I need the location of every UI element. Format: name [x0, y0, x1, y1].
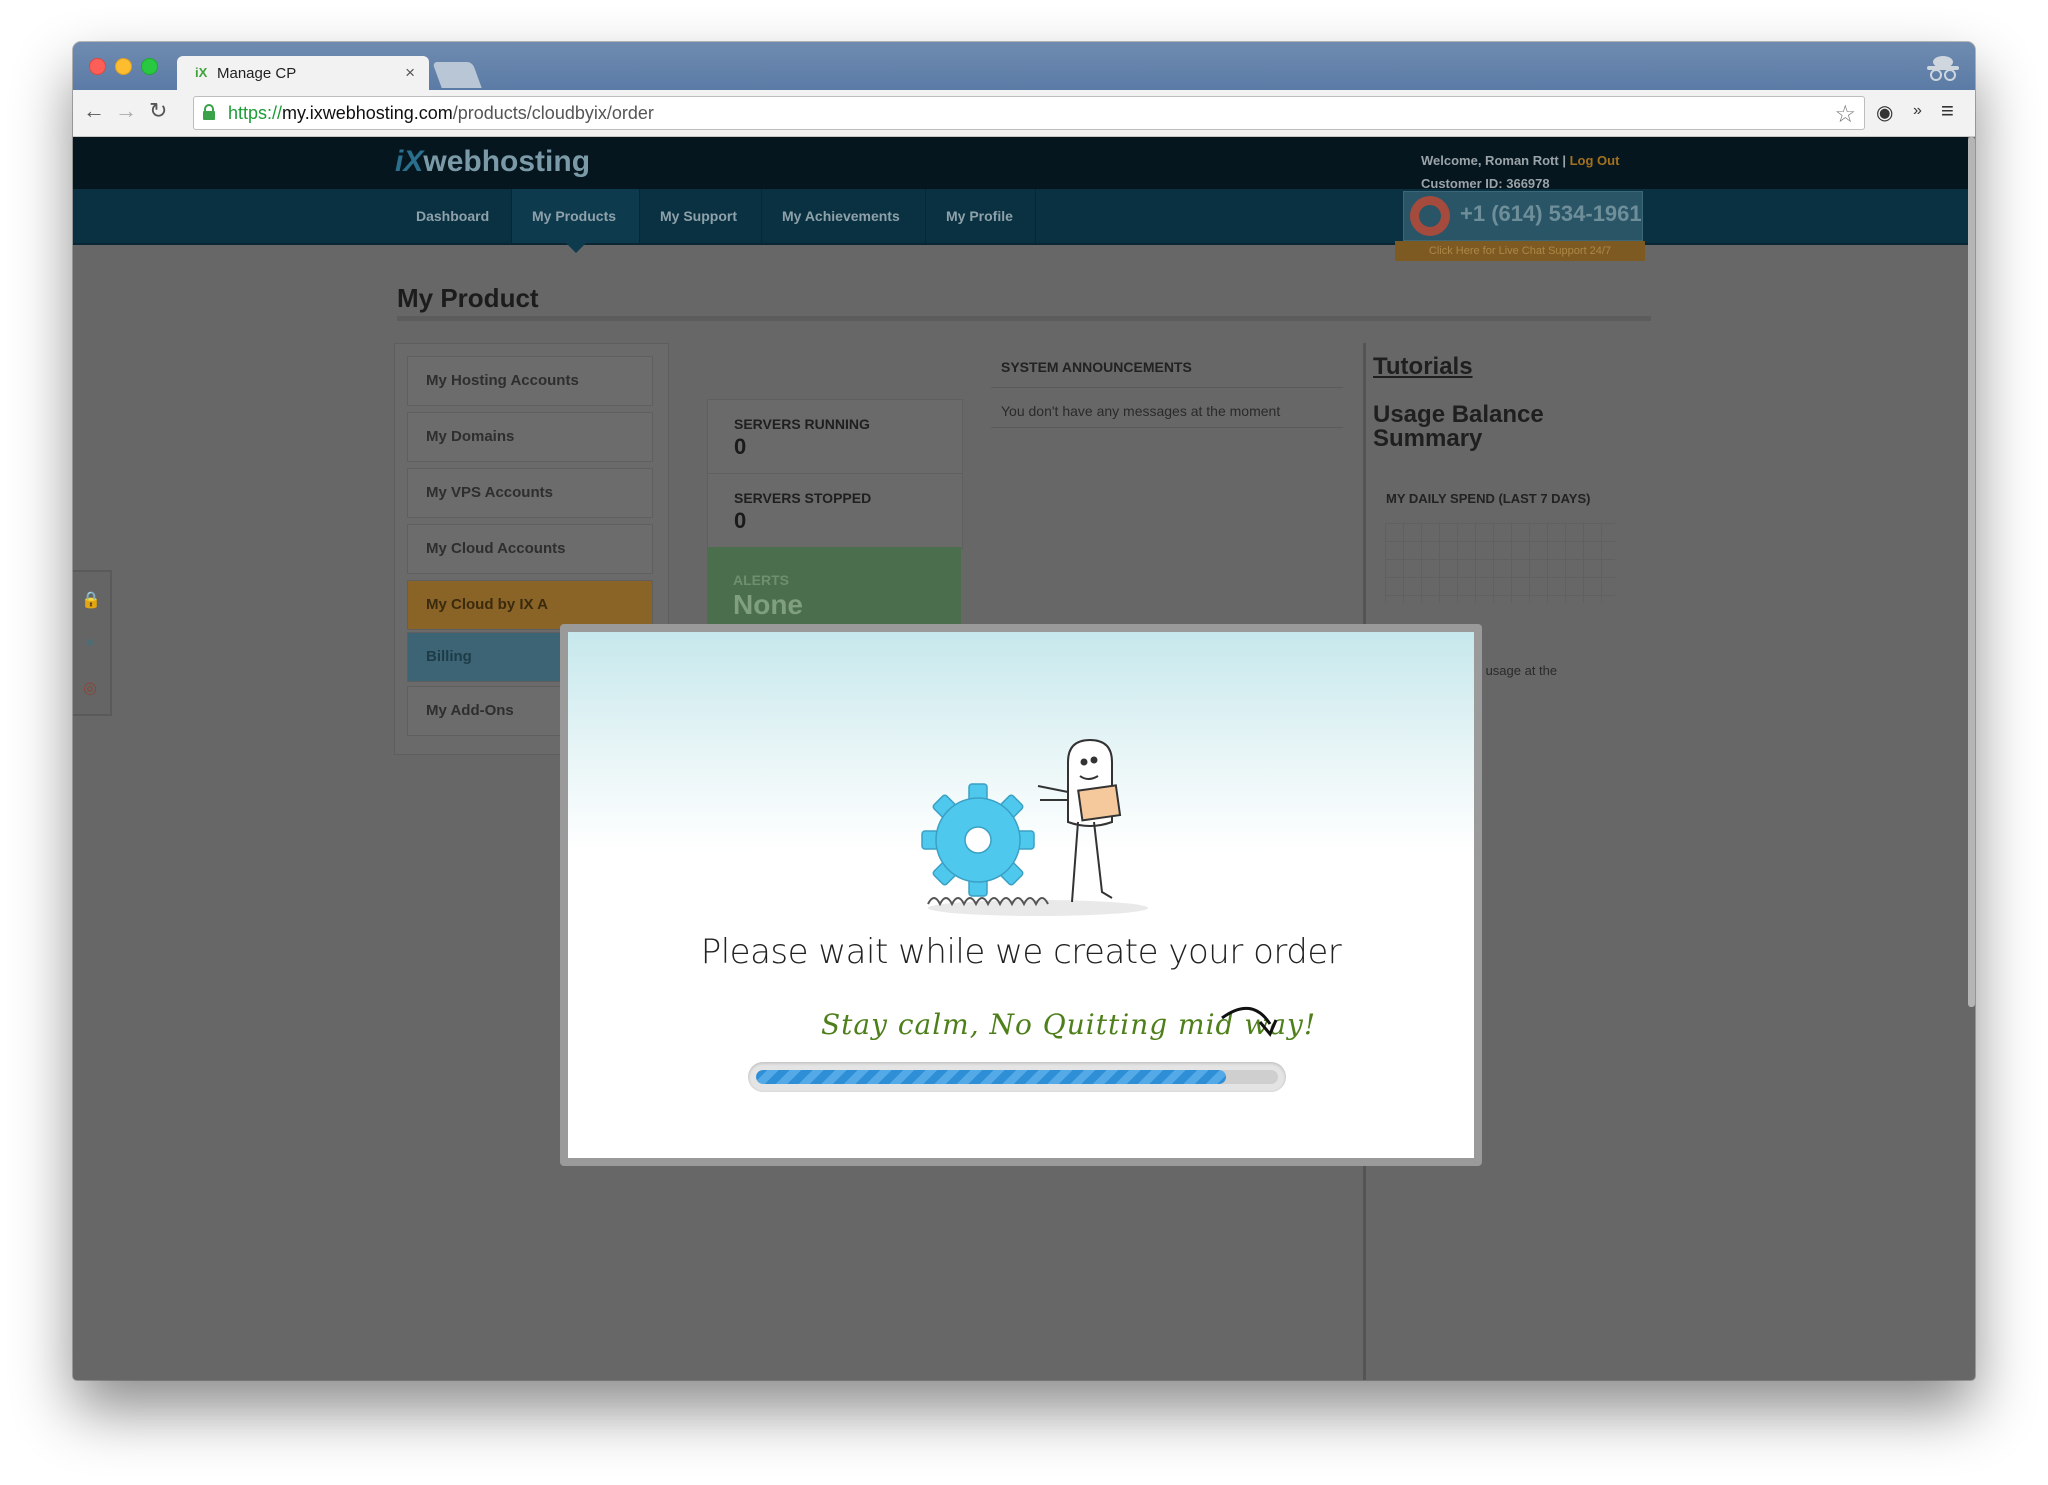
extension-mask-icon[interactable]: ◉	[1876, 100, 1893, 125]
zoom-window-button[interactable]	[141, 58, 158, 75]
progress-message: Please wait while we create your order	[700, 932, 1342, 972]
browser-tab[interactable]: iX Manage CP ×	[177, 56, 429, 90]
sidebar-item-vps[interactable]: My VPS Accounts	[407, 468, 653, 518]
incognito-icon	[1927, 56, 1959, 81]
stat-value: 0	[734, 508, 747, 533]
nav-my-support[interactable]: My Support	[640, 189, 762, 243]
page-scrollbar[interactable]	[1968, 137, 1975, 1007]
tutorials-link[interactable]: Tutorials	[1373, 353, 1473, 381]
alerts-label: ALERTS	[733, 572, 789, 588]
url-scheme: https://	[228, 103, 283, 123]
bookmark-star-icon[interactable]: ☆	[1834, 100, 1856, 129]
gear-icon	[921, 783, 1035, 897]
phone-number: +1 (614) 534-1961	[1460, 201, 1642, 226]
site-header: iXwebhosting Welcome, Roman Rott | Log O…	[73, 137, 1968, 191]
nav-dashboard[interactable]: Dashboard	[396, 189, 512, 243]
daily-spend-grid	[1385, 523, 1615, 603]
servers-stopped-card: SERVERS STOPPED 0	[707, 473, 963, 549]
menu-icon[interactable]: ≡	[1941, 98, 1954, 124]
lock-icon[interactable]: 🔒	[81, 590, 101, 609]
forward-arrow-icon[interactable]: →	[115, 98, 137, 124]
lightbulb-icon[interactable]: ●	[81, 634, 99, 652]
nav-my-achievements[interactable]: My Achievements	[762, 189, 926, 243]
url-text: https://my.ixwebhosting.com/products/clo…	[228, 103, 654, 124]
announcements-title: SYSTEM ANNOUNCEMENTS	[1001, 359, 1192, 375]
lock-icon	[203, 104, 215, 120]
servers-running-card: SERVERS RUNNING 0	[707, 399, 963, 475]
url-host: my.ixwebhosting.com	[282, 103, 453, 123]
daily-spend-label: MY DAILY SPEND (LAST 7 DAYS)	[1386, 491, 1591, 506]
modal-body: Please wait while we create your order S…	[568, 632, 1474, 1158]
address-bar[interactable]: https://my.ixwebhosting.com/products/clo…	[193, 96, 1865, 130]
new-tab-button[interactable]	[432, 62, 482, 88]
page-viewport: iXwebhosting Welcome, Roman Rott | Log O…	[73, 137, 1968, 1380]
ixwebhosting-logo[interactable]: iXwebhosting	[395, 145, 590, 179]
sidebar-item-hosting[interactable]: My Hosting Accounts	[407, 356, 653, 406]
close-window-button[interactable]	[89, 58, 106, 75]
nav-my-products[interactable]: My Products	[512, 189, 640, 243]
alerts-value: None	[733, 589, 803, 620]
page-title: My Product	[397, 283, 539, 313]
stat-value: 0	[734, 434, 747, 459]
ix-favicon-icon: iX	[195, 65, 208, 80]
stat-label: SERVERS STOPPED	[734, 490, 872, 506]
phone-support-box[interactable]: +1 (614) 534-1961	[1403, 191, 1643, 241]
logout-link[interactable]: Log Out	[1570, 153, 1620, 168]
order-progress-modal: Please wait while we create your order S…	[560, 624, 1482, 1166]
welcome-text: Welcome, Roman Rott |	[1421, 153, 1566, 168]
character-icon	[1037, 738, 1122, 903]
progress-track	[756, 1070, 1278, 1084]
divider	[991, 427, 1343, 428]
sidebar-item-cloud-by-ix[interactable]: My Cloud by IX A	[407, 580, 653, 630]
browser-window: iX Manage CP × ← → ↻ https://my.ixwebhos…	[73, 42, 1975, 1380]
tab-title: Manage CP	[217, 65, 297, 82]
browser-toolbar: ← → ↻ https://my.ixwebhosting.com/produc…	[73, 90, 1975, 137]
active-nav-caret	[566, 243, 586, 253]
lifebuoy-icon	[1410, 196, 1450, 236]
nav-my-profile[interactable]: My Profile	[926, 189, 1036, 243]
url-path: /products/cloudbyix/order	[452, 103, 654, 123]
divider	[991, 387, 1343, 388]
lifebuoy-icon[interactable]: ◎	[81, 678, 99, 697]
tab-close-icon[interactable]: ×	[405, 63, 415, 83]
progress-fill	[756, 1070, 1226, 1084]
alerts-card: ALERTS None	[707, 547, 961, 627]
stat-label: SERVERS RUNNING	[734, 416, 870, 432]
curved-arrow-icon	[1221, 1007, 1278, 1037]
progress-bar	[748, 1062, 1286, 1092]
usage-balance-title: Usage Balance Summary	[1373, 401, 1544, 452]
back-arrow-icon[interactable]: ←	[83, 98, 105, 124]
minimize-window-button[interactable]	[115, 58, 132, 75]
live-chat-link[interactable]: Click Here for Live Chat Support 24/7	[1395, 241, 1645, 261]
left-tool-strip: 🔒 ● ◎	[73, 570, 112, 716]
gear-character-illustration	[921, 738, 1148, 916]
sidebar-item-domains[interactable]: My Domains	[407, 412, 653, 462]
title-bar: iX Manage CP ×	[73, 42, 1975, 90]
overflow-chevron[interactable]: »	[1913, 102, 1922, 120]
reload-icon[interactable]: ↻	[149, 98, 167, 124]
announcements-message: You don't have any messages at the momen…	[1001, 403, 1281, 419]
title-divider	[397, 316, 1651, 321]
sidebar-item-cloud[interactable]: My Cloud Accounts	[407, 524, 653, 574]
